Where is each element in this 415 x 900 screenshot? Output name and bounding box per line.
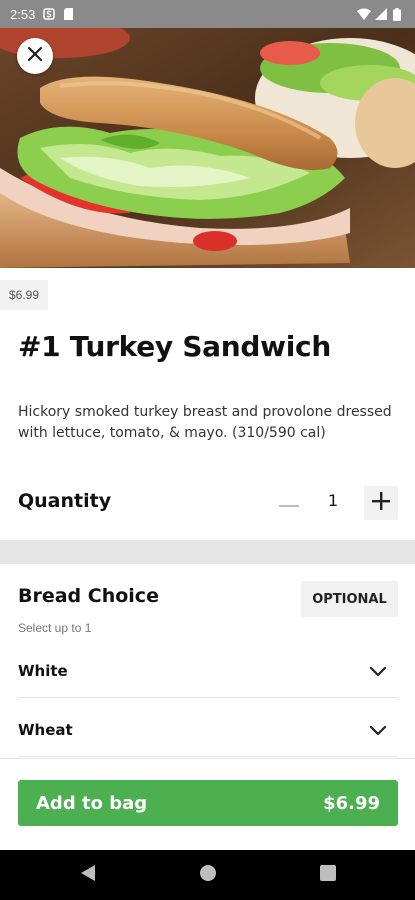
wifi-icon — [357, 8, 371, 20]
recents-button[interactable] — [317, 864, 339, 886]
bread-option-wheat[interactable]: Wheat — [18, 707, 398, 757]
status-bar: 2:53 — [0, 0, 415, 28]
section-divider — [0, 540, 415, 564]
bread-option-white[interactable]: White — [18, 648, 398, 698]
optional-badge: OPTIONAL — [301, 581, 398, 617]
quantity-label: Quantity — [18, 490, 112, 512]
price-chip: $6.99 — [0, 280, 49, 310]
increase-quantity-button[interactable] — [364, 486, 398, 520]
chevron-down-icon — [368, 721, 388, 741]
back-triangle-icon — [80, 864, 96, 886]
recents-square-icon — [320, 865, 336, 885]
add-to-bag-button[interactable]: Add to bag $6.99 — [18, 780, 398, 826]
option-label: Wheat — [18, 721, 73, 739]
battery-icon — [393, 8, 405, 21]
sd-card-icon — [63, 8, 75, 20]
signal-icon — [375, 8, 387, 20]
product-image — [0, 28, 415, 268]
system-navigation-bar — [0, 850, 415, 900]
chevron-down-icon — [368, 662, 388, 682]
product-description: Hickory smoked turkey breast and provolo… — [18, 404, 392, 441]
bread-choice-title: Bread Choice — [18, 585, 159, 607]
close-button[interactable] — [17, 38, 53, 74]
add-to-bag-label: Add to bag — [36, 792, 148, 814]
quantity-stepper: Quantity 1 — [18, 486, 398, 520]
bread-choice-subtitle: Select up to 1 — [18, 621, 92, 635]
plus-icon — [372, 492, 390, 514]
decrease-quantity-button[interactable] — [276, 490, 302, 514]
status-time: 2:53 — [10, 6, 36, 22]
option-label: White — [18, 662, 68, 680]
quantity-value: 1 — [328, 491, 339, 510]
add-to-bag-price: $6.99 — [323, 792, 380, 814]
close-icon — [27, 46, 43, 66]
home-circle-icon — [199, 864, 217, 886]
back-button[interactable] — [77, 864, 99, 886]
s-app-icon — [43, 8, 56, 20]
home-button[interactable] — [197, 864, 219, 886]
product-title: #1 Turkey Sandwich — [18, 330, 331, 363]
minus-icon — [279, 493, 299, 512]
